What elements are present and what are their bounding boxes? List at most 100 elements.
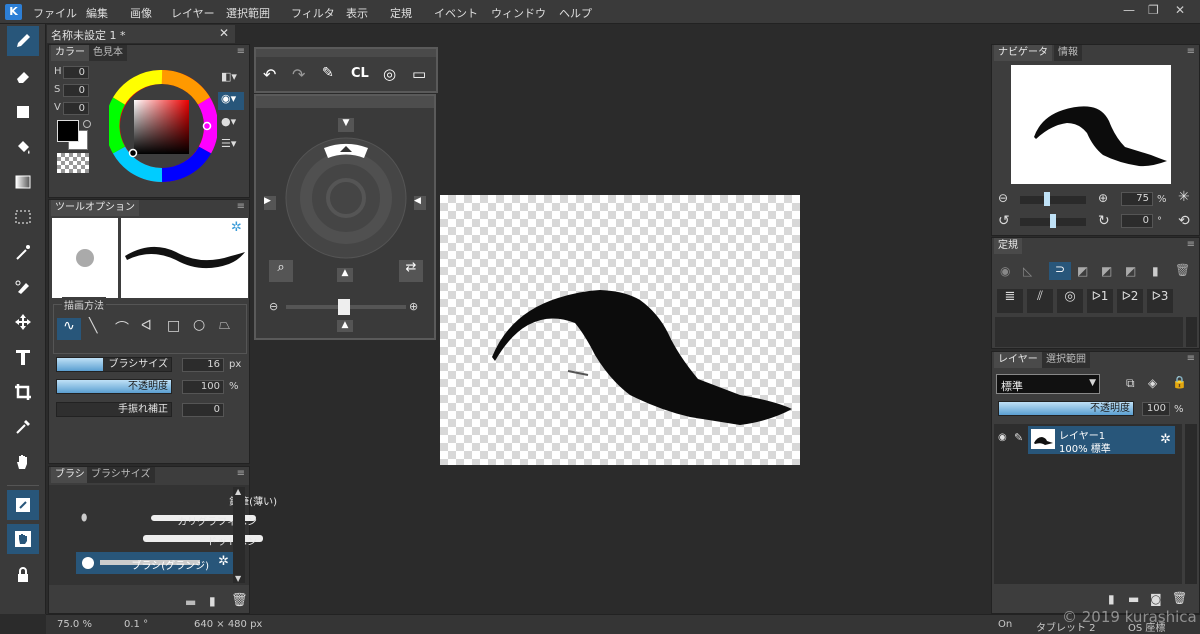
perspective-1-icon[interactable]: ᐅ1 bbox=[1087, 289, 1113, 313]
pen-tool[interactable] bbox=[7, 26, 39, 56]
window-icon[interactable]: ▭ bbox=[412, 65, 426, 83]
layer-list-scrollbar[interactable] bbox=[1185, 424, 1197, 584]
hand-toggle[interactable] bbox=[7, 524, 39, 554]
nav-zoom-in-icon[interactable]: ⊕ bbox=[1098, 191, 1108, 205]
delete-layer-icon[interactable]: 🗑 bbox=[1172, 591, 1187, 605]
nav-zoom-slider[interactable] bbox=[1020, 192, 1086, 206]
nav-zoom-field[interactable]: 75 bbox=[1121, 192, 1153, 206]
flip-icon[interactable]: ⇄ bbox=[399, 260, 423, 282]
tab-layer[interactable]: レイヤー bbox=[994, 352, 1042, 368]
layer-mask-icon[interactable]: ⧉ bbox=[1126, 376, 1135, 391]
rectangle-tool[interactable] bbox=[7, 97, 39, 127]
nav-rotation-thumb[interactable] bbox=[1050, 214, 1056, 228]
new-layer-icon[interactable]: ▮ bbox=[1108, 592, 1115, 606]
zoom-out-icon[interactable]: ⊖ bbox=[269, 300, 278, 313]
layer-settings-icon[interactable]: ✲ bbox=[1160, 432, 1171, 447]
line-icon[interactable]: ╲ bbox=[89, 318, 97, 334]
perspective-2-icon[interactable]: ᐅ2 bbox=[1117, 289, 1143, 313]
layer-lock-icon[interactable]: 🔒 bbox=[1172, 375, 1187, 389]
tab-ruler[interactable]: 定規 bbox=[994, 238, 1022, 254]
panel-menu-icon[interactable]: ≡ bbox=[1187, 353, 1195, 364]
swap-colors-icon[interactable] bbox=[83, 120, 91, 128]
h-field[interactable]: 0 bbox=[63, 66, 89, 79]
panel-menu-icon[interactable]: ≡ bbox=[237, 201, 245, 212]
target-icon[interactable]: ◎ bbox=[383, 65, 396, 83]
layer-visibility-icon[interactable]: ◉ bbox=[998, 432, 1007, 443]
stroke-settings-icon[interactable]: ✲ bbox=[231, 220, 242, 235]
reference-toggle[interactable] bbox=[7, 490, 39, 520]
stabilizer-field[interactable]: 0 bbox=[182, 403, 224, 417]
panel-menu-icon[interactable]: ≡ bbox=[1187, 46, 1195, 57]
rotate-left-icon[interactable]: ↺ bbox=[998, 213, 1010, 229]
menu-selection[interactable]: 選択範囲 bbox=[226, 5, 270, 21]
freehand-icon[interactable]: ∿ bbox=[57, 318, 81, 340]
layer-opacity-slider[interactable]: 不透明度 bbox=[998, 401, 1134, 416]
document-tab[interactable]: 名称未設定 1 * ✕ bbox=[47, 25, 235, 43]
panel-menu-icon[interactable]: ≡ bbox=[237, 46, 245, 57]
close-tab-icon[interactable]: ✕ bbox=[219, 26, 229, 40]
opacity-field[interactable]: 100 bbox=[182, 380, 224, 394]
eye-icon[interactable]: ◉ bbox=[1000, 264, 1010, 278]
minimize-icon[interactable]: — bbox=[1123, 3, 1135, 17]
color-history-icon[interactable]: ◉▾ bbox=[218, 92, 244, 110]
menu-event[interactable]: イベント bbox=[434, 5, 478, 21]
lock-tool[interactable] bbox=[7, 560, 39, 590]
menu-image[interactable]: 画像 bbox=[130, 5, 152, 21]
perspective2-icon[interactable]: ◩ bbox=[1101, 264, 1112, 278]
parallel-lines-icon[interactable]: ≣ bbox=[997, 289, 1023, 313]
layers-icon[interactable]: ◈ bbox=[1148, 376, 1157, 390]
brush-item[interactable]: カリグラフィペン bbox=[123, 509, 281, 529]
brush-settings-icon[interactable]: ✲ bbox=[218, 554, 229, 569]
tab-swatches[interactable]: 色見本 bbox=[89, 45, 127, 61]
menu-ruler[interactable]: 定規 bbox=[390, 5, 412, 21]
brush-list-scrollbar[interactable]: ▲ ▼ bbox=[233, 487, 245, 583]
delete-ruler-icon[interactable]: 🗑 bbox=[1175, 263, 1190, 277]
fill-tool[interactable] bbox=[7, 132, 39, 162]
new-brush-icon[interactable]: ▮ bbox=[209, 594, 216, 608]
blend-mode-select[interactable]: 標準 ▼ bbox=[996, 374, 1100, 394]
brush-item-selected[interactable]: ブラシ(グランジ) ✲ bbox=[76, 552, 233, 574]
nav-rotation-slider[interactable] bbox=[1020, 214, 1086, 228]
navigator-preview[interactable] bbox=[1011, 65, 1171, 184]
menu-view[interactable]: 表示 bbox=[346, 5, 368, 21]
rotate-right-icon[interactable]: ↻ bbox=[1098, 213, 1110, 229]
hand-tool[interactable] bbox=[7, 447, 39, 477]
magnet-icon[interactable]: ⊃ bbox=[1049, 262, 1071, 280]
opacity-slider[interactable]: 不透明度 bbox=[56, 379, 172, 394]
zoom-in-icon[interactable]: ⊕ bbox=[409, 300, 418, 313]
rotate-reset-button[interactable]: ▲ bbox=[337, 320, 353, 332]
tab-selection[interactable]: 選択範囲 bbox=[1042, 352, 1090, 368]
ruler-list-scrollbar[interactable] bbox=[1186, 317, 1197, 347]
curve-icon[interactable]: ⌒ bbox=[115, 318, 129, 338]
eraser-tool[interactable] bbox=[7, 62, 39, 92]
rotation-dial[interactable] bbox=[284, 136, 408, 260]
trash-icon[interactable]: 🗑 bbox=[231, 593, 248, 608]
color-palette-icon[interactable]: ●▾ bbox=[221, 115, 236, 128]
perspective-3-icon[interactable]: ᐅ3 bbox=[1147, 289, 1173, 313]
select-tool[interactable] bbox=[7, 202, 39, 232]
panel-menu-icon[interactable]: ≡ bbox=[237, 468, 245, 479]
tab-color[interactable]: カラー bbox=[51, 45, 89, 61]
zoom-slider-thumb[interactable] bbox=[338, 299, 350, 315]
layer-opacity-field[interactable]: 100 bbox=[1142, 402, 1170, 416]
layer-folder-icon[interactable]: ▬ bbox=[1128, 592, 1139, 606]
pen-icon[interactable]: ✎ bbox=[322, 65, 334, 81]
add-mask-icon[interactable]: ◙ bbox=[1150, 592, 1162, 606]
scroll-up-button[interactable]: ▼ bbox=[338, 118, 354, 132]
foreground-color-swatch[interactable] bbox=[57, 120, 79, 142]
s-field[interactable]: 0 bbox=[63, 84, 89, 97]
scroll-right-button[interactable]: ▶ bbox=[264, 196, 276, 210]
tab-info[interactable]: 情報 bbox=[1054, 45, 1082, 61]
nav-zoom-thumb[interactable] bbox=[1044, 192, 1050, 206]
stabilizer-slider[interactable]: 手振れ補正 bbox=[56, 402, 172, 417]
close-window-icon[interactable]: ✕ bbox=[1175, 3, 1185, 17]
radial-lines-icon[interactable]: ⫽ bbox=[1027, 289, 1053, 313]
polyline-icon[interactable]: ᐊ bbox=[141, 318, 152, 334]
transparent-color-swatch[interactable] bbox=[57, 153, 89, 173]
redo-icon[interactable]: ↷ bbox=[292, 65, 305, 84]
canvas[interactable] bbox=[440, 195, 800, 465]
crop-tool[interactable] bbox=[7, 377, 39, 407]
loading-icon[interactable]: ✳ bbox=[1178, 189, 1190, 205]
perspective-icon[interactable]: ◩ bbox=[1077, 264, 1088, 278]
quick-toolbar-handle[interactable] bbox=[256, 49, 436, 57]
